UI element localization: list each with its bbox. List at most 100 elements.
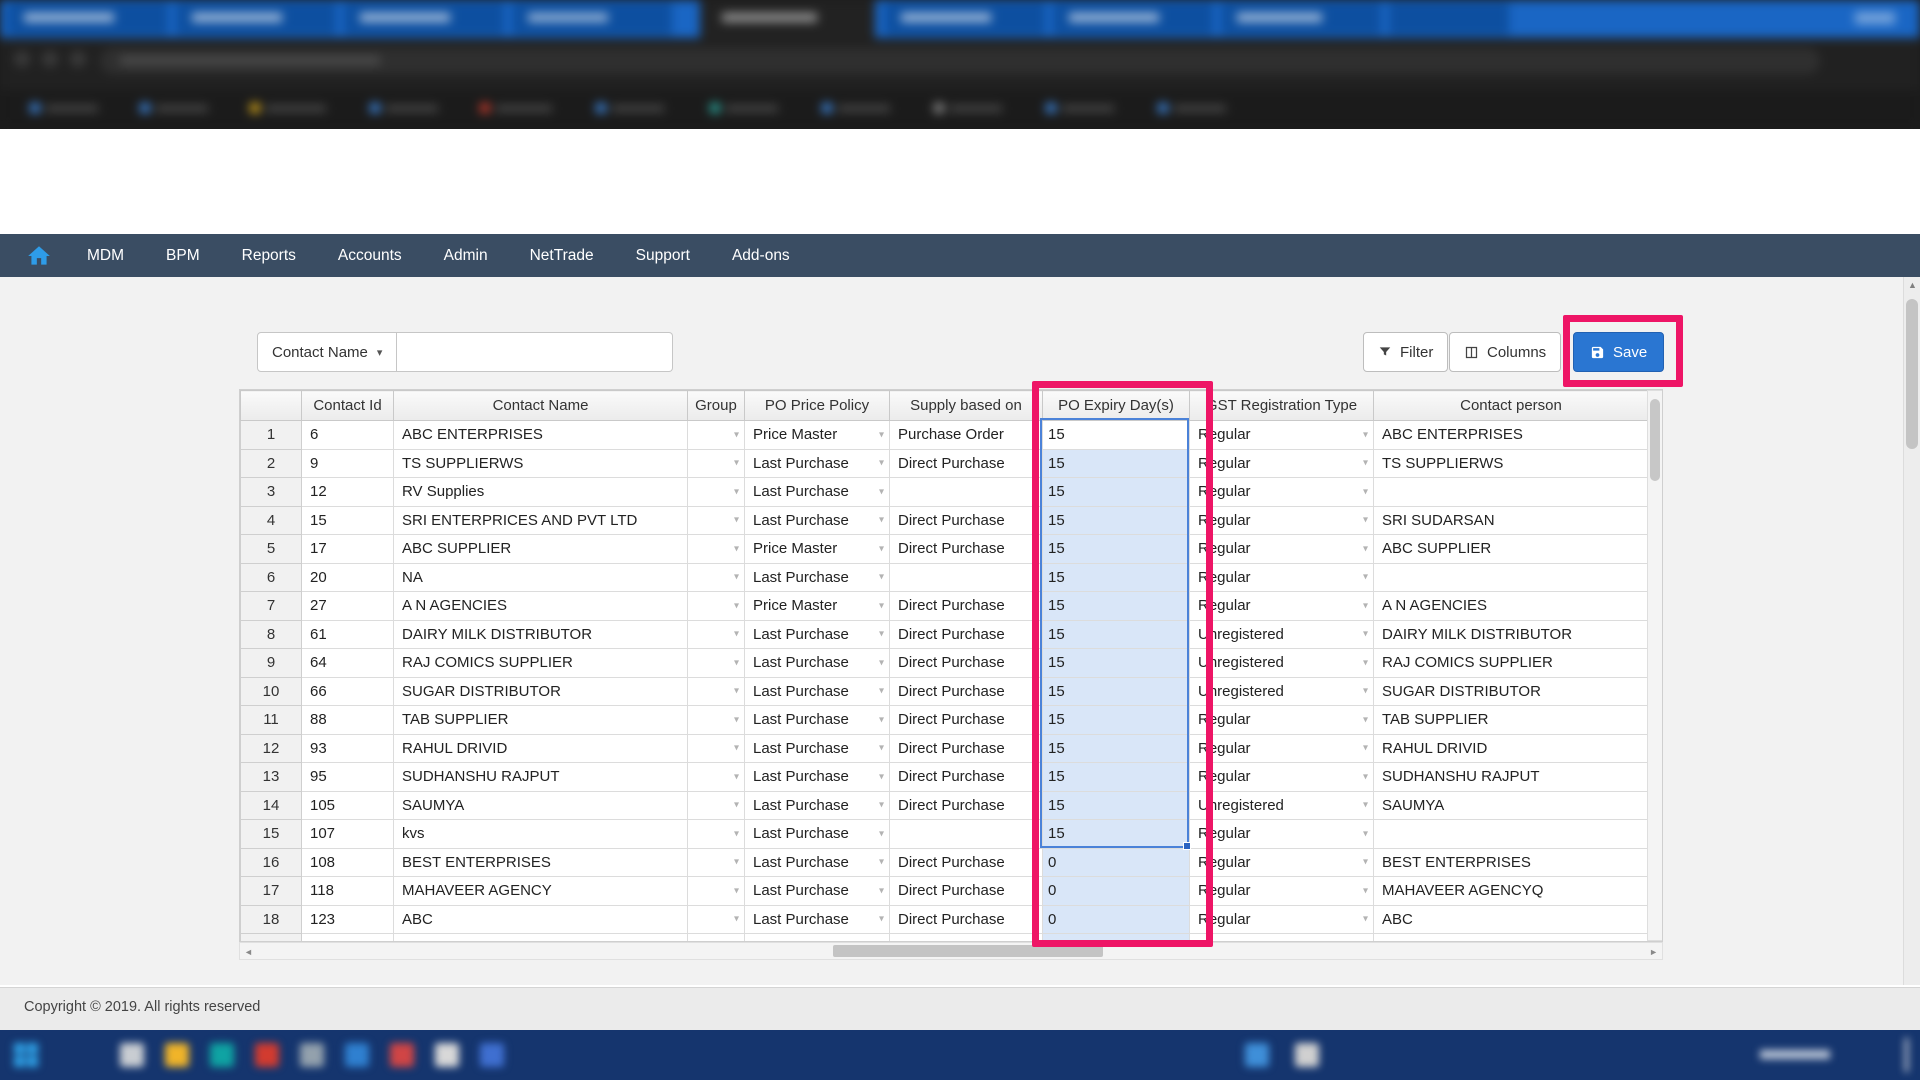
dropdown-caret-icon[interactable]: ▾	[1363, 600, 1368, 611]
col-header-contact-name[interactable]: Contact Name	[394, 391, 688, 421]
cell-group[interactable]: ▾	[688, 421, 745, 450]
cell-po-expiry-days[interactable]: 15	[1043, 791, 1190, 820]
cell-supply-based-on[interactable]: Purchase Order▾	[890, 421, 1043, 450]
cell-po-expiry-days[interactable]: 15	[1043, 563, 1190, 592]
cell-supply-based-on[interactable]: Direct Purchase▾	[890, 677, 1043, 706]
cell-gst-registration-type[interactable]: Regular▾	[1190, 905, 1374, 934]
cell-contact-name[interactable]: TAB SUPPLIER	[394, 706, 688, 735]
cell-po-expiry-days[interactable]: 15	[1043, 734, 1190, 763]
cell-group[interactable]: ▾	[688, 649, 745, 678]
cell-contact-name[interactable]: ABC	[394, 905, 688, 934]
cell-po-price-policy[interactable]: Last Purchase▾	[745, 763, 890, 792]
cell-group[interactable]: ▾	[688, 449, 745, 478]
cell-contact-name[interactable]: kvs	[394, 820, 688, 849]
cell-gst-registration-type[interactable]: Regular▾	[1190, 421, 1374, 450]
dropdown-caret-icon[interactable]: ▾	[734, 885, 739, 896]
page-vertical-scrollbar-thumb[interactable]	[1906, 299, 1918, 449]
nav-item-nettrade[interactable]: NetTrade	[509, 234, 615, 277]
col-header-group[interactable]: Group	[688, 391, 745, 421]
cell-contact-id[interactable]: 17	[302, 535, 394, 564]
dropdown-caret-icon[interactable]: ▾	[1032, 914, 1037, 925]
cell-contact-person[interactable]: SUGAR DISTRIBUTOR	[1374, 677, 1649, 706]
dropdown-caret-icon[interactable]: ▾	[879, 515, 884, 526]
cell-contact-name[interactable]: DAIRY MILK DISTRIBUTOR	[394, 620, 688, 649]
nav-item-accounts[interactable]: Accounts	[317, 234, 423, 277]
cell-contact-name[interactable]: ABC ENTERPRISES	[394, 421, 688, 450]
cell-contact-person[interactable]	[1374, 478, 1649, 507]
cell-contact-name[interactable]: SRI ENTERPRICES AND PVT LTD	[394, 506, 688, 535]
table-row[interactable]: 5 17 ABC SUPPLIER ▾ Price Master▾ Direct…	[241, 535, 1649, 564]
table-vertical-scrollbar-thumb[interactable]	[1650, 399, 1660, 481]
cell-contact-id[interactable]: 105	[302, 791, 394, 820]
dropdown-caret-icon[interactable]: ▾	[879, 629, 884, 640]
dropdown-caret-icon[interactable]: ▾	[734, 714, 739, 725]
cell-po-expiry-days[interactable]: 15	[1043, 649, 1190, 678]
cell-supply-based-on[interactable]: Direct Purchase▾	[890, 877, 1043, 906]
cell-contact-id[interactable]: 12	[302, 478, 394, 507]
cell-gst-registration-type[interactable]: Regular▾	[1190, 478, 1374, 507]
dropdown-caret-icon[interactable]: ▾	[734, 486, 739, 497]
nav-item-admin[interactable]: Admin	[423, 234, 509, 277]
cell-gst-registration-type[interactable]: Regular▾	[1190, 563, 1374, 592]
table-row[interactable]: 7 27 A N AGENCIES ▾ Price Master▾ Direct…	[241, 592, 1649, 621]
table-row[interactable]: 14 105 SAUMYA ▾ Last Purchase▾ Direct Pu…	[241, 791, 1649, 820]
cell-contact-name[interactable]: TS SUPPLIERWS	[394, 449, 688, 478]
cell-group[interactable]: ▾	[688, 877, 745, 906]
dropdown-caret-icon[interactable]: ▾	[734, 515, 739, 526]
table-row[interactable]: 17 118 MAHAVEER AGENCY ▾ Last Purchase▾ …	[241, 877, 1649, 906]
cell-contact-person[interactable]: DAIRY MILK DISTRIBUTOR	[1374, 620, 1649, 649]
cell-contact-person[interactable]: A N AGENCIES	[1374, 592, 1649, 621]
dropdown-caret-icon[interactable]: ▾	[879, 600, 884, 611]
cell-group[interactable]: ▾	[688, 706, 745, 735]
dropdown-caret-icon[interactable]: ▾	[1363, 885, 1368, 896]
cell-contact-name[interactable]: SUGAR DISTRIBUTOR	[394, 677, 688, 706]
cell-contact-id[interactable]: 123	[302, 905, 394, 934]
search-column-selector[interactable]: Contact Name ▾	[257, 332, 397, 372]
nav-item-mdm[interactable]: MDM	[66, 234, 145, 277]
cell-contact-id[interactable]: 107	[302, 820, 394, 849]
save-button[interactable]: Save	[1573, 332, 1664, 372]
cell-po-expiry-days[interactable]: 0	[1043, 848, 1190, 877]
dropdown-caret-icon[interactable]: ▾	[734, 743, 739, 754]
dropdown-caret-icon[interactable]: ▾	[1032, 600, 1037, 611]
cell-supply-based-on[interactable]: Direct Purchase▾	[890, 620, 1043, 649]
cell-po-price-policy[interactable]: Last Purchase▾	[745, 734, 890, 763]
cell-supply-based-on[interactable]: Direct Purchase▾	[890, 506, 1043, 535]
cell-gst-registration-type[interactable]: Regular▾	[1190, 535, 1374, 564]
cell-po-price-policy[interactable]: Last Purchase▾	[745, 905, 890, 934]
cell-contact-person[interactable]: MAHAVEER AGENCYQ	[1374, 877, 1649, 906]
cell-gst-registration-type[interactable]: Unregistered▾	[1190, 791, 1374, 820]
col-header-po-expiry-days[interactable]: PO Expiry Day(s)	[1043, 391, 1190, 421]
cell-contact-id[interactable]: 6	[302, 421, 394, 450]
dropdown-caret-icon[interactable]: ▾	[879, 743, 884, 754]
cell-contact-person[interactable]	[1374, 563, 1649, 592]
cell-supply-based-on[interactable]: Direct Purchase▾	[890, 791, 1043, 820]
cell-gst-registration-type[interactable]: Unregistered▾	[1190, 620, 1374, 649]
cell-po-price-policy[interactable]: Last Purchase▾	[745, 877, 890, 906]
cell-contact-name[interactable]: RV Supplies	[394, 478, 688, 507]
dropdown-caret-icon[interactable]: ▾	[734, 800, 739, 811]
dropdown-caret-icon[interactable]: ▾	[1032, 686, 1037, 697]
cell-po-price-policy[interactable]: Last Purchase▾	[745, 478, 890, 507]
col-header-contact-id[interactable]: Contact Id	[302, 391, 394, 421]
dropdown-caret-icon[interactable]: ▾	[879, 800, 884, 811]
dropdown-caret-icon[interactable]: ▾	[1032, 828, 1037, 839]
cell-supply-based-on[interactable]: ▾	[890, 563, 1043, 592]
table-row[interactable]: 1 6 ABC ENTERPRISES ▾ Price Master▾ Purc…	[241, 421, 1649, 450]
dropdown-caret-icon[interactable]: ▾	[1032, 515, 1037, 526]
cell-supply-based-on[interactable]: Direct Purchase▾	[890, 706, 1043, 735]
col-header-po-price-policy[interactable]: PO Price Policy	[745, 391, 890, 421]
scroll-up-arrow-icon[interactable]: ▲	[1904, 280, 1920, 290]
table-row[interactable]: 4 15 SRI ENTERPRICES AND PVT LTD ▾ Last …	[241, 506, 1649, 535]
dropdown-caret-icon[interactable]: ▾	[1032, 458, 1037, 469]
columns-button[interactable]: Columns	[1449, 332, 1561, 372]
cell-po-price-policy[interactable]: Last Purchase▾	[745, 934, 890, 943]
cell-po-expiry-days[interactable]: 15	[1043, 820, 1190, 849]
scroll-left-arrow-icon[interactable]: ◄	[244, 947, 253, 957]
dropdown-caret-icon[interactable]: ▾	[879, 914, 884, 925]
nav-item-reports[interactable]: Reports	[221, 234, 317, 277]
cell-group[interactable]: ▾	[688, 478, 745, 507]
dropdown-caret-icon[interactable]: ▾	[734, 543, 739, 554]
cell-contact-id[interactable]: 61	[302, 620, 394, 649]
cell-gst-registration-type[interactable]: Unregistered▾	[1190, 677, 1374, 706]
